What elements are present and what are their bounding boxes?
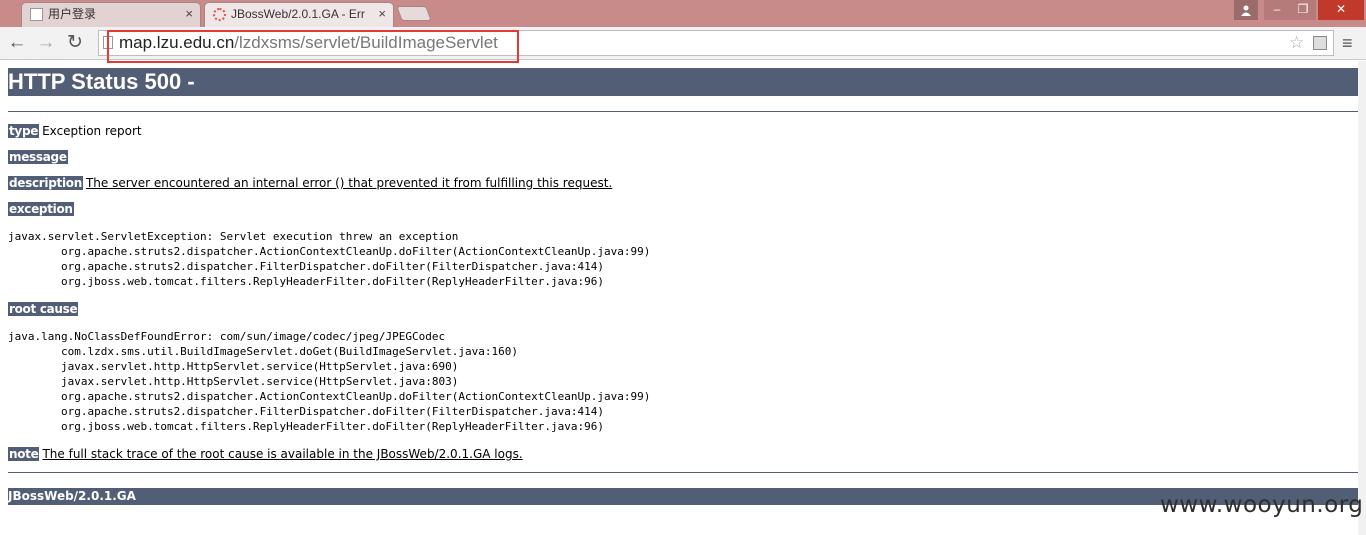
tab-error-page[interactable]: JBossWeb/2.0.1.GA - Err × (204, 2, 394, 27)
error-page: HTTP Status 500 - type Exception report m… (8, 68, 1358, 505)
address-bar[interactable]: map.lzu.edu.cn/lzdxsms/servlet/BuildImag… (98, 30, 1334, 56)
type-row: type Exception report (8, 124, 142, 138)
page-favicon-icon (30, 8, 43, 21)
url-path: /lzdxsms/servlet/BuildImageServlet (234, 33, 498, 52)
tab-login[interactable]: 用户登录 × (21, 2, 201, 27)
tab-label: 用户登录 (48, 7, 97, 21)
type-label: type (8, 124, 40, 138)
vertical-scrollbar[interactable] (1358, 61, 1366, 535)
page-title: HTTP Status 500 - (8, 68, 1358, 96)
note-value: The full stack trace of the root cause i… (42, 447, 523, 461)
close-window-button[interactable]: ✕ (1318, 0, 1364, 20)
url-host: map.lzu.edu.cn (119, 33, 235, 52)
description-row: description The server encountered an int… (8, 176, 612, 190)
back-button[interactable]: ← (5, 31, 29, 55)
message-row: message (8, 150, 68, 164)
tab-close-icon[interactable]: × (378, 3, 386, 25)
note-label: note (8, 447, 40, 461)
root-cause-row: root cause (8, 302, 79, 316)
exception-label: exception (8, 202, 74, 216)
type-value: Exception report (42, 124, 142, 138)
page-icon (103, 36, 113, 49)
bookmark-star-icon[interactable]: ☆ (1289, 33, 1304, 53)
browser-toolbar: ← → ↻ map.lzu.edu.cn/lzdxsms/servlet/Bui… (0, 27, 1366, 60)
menu-icon[interactable]: ≡ (1342, 32, 1353, 54)
watermark: www.wooyun.org (1160, 492, 1364, 518)
divider (8, 472, 1358, 473)
exception-row: exception (8, 202, 74, 216)
new-tab-button[interactable] (396, 6, 432, 21)
maximize-button[interactable]: ❐ (1290, 0, 1316, 20)
minimize-button[interactable]: – (1264, 0, 1290, 20)
tab-label: JBossWeb/2.0.1.GA - Err (231, 7, 365, 21)
message-label: message (8, 150, 68, 164)
url-text[interactable]: map.lzu.edu.cn/lzdxsms/servlet/BuildImag… (119, 32, 498, 54)
description-value: The server encountered an internal error… (85, 176, 613, 190)
forward-button[interactable]: → (34, 31, 58, 55)
root-cause-stack-trace: java.lang.NoClassDefFoundError: com/sun/… (8, 330, 651, 433)
exception-stack-trace: javax.servlet.ServletException: Servlet … (8, 230, 651, 288)
server-footer: JBossWeb/2.0.1.GA (8, 488, 1358, 505)
reload-button[interactable]: ↻ (63, 31, 87, 55)
description-label: description (8, 176, 83, 190)
root-cause-label: root cause (8, 302, 79, 316)
browser-title-bar: 用户登录 × JBossWeb/2.0.1.GA - Err × – ❐ ✕ (0, 0, 1366, 27)
user-profile-button[interactable] (1234, 0, 1258, 20)
tab-close-icon[interactable]: × (185, 3, 193, 25)
divider (8, 111, 1358, 112)
extension-icon[interactable] (1313, 36, 1327, 50)
note-row: note The full stack trace of the root cau… (8, 447, 523, 461)
user-icon (1241, 5, 1251, 16)
loading-spinner-icon (213, 8, 226, 21)
